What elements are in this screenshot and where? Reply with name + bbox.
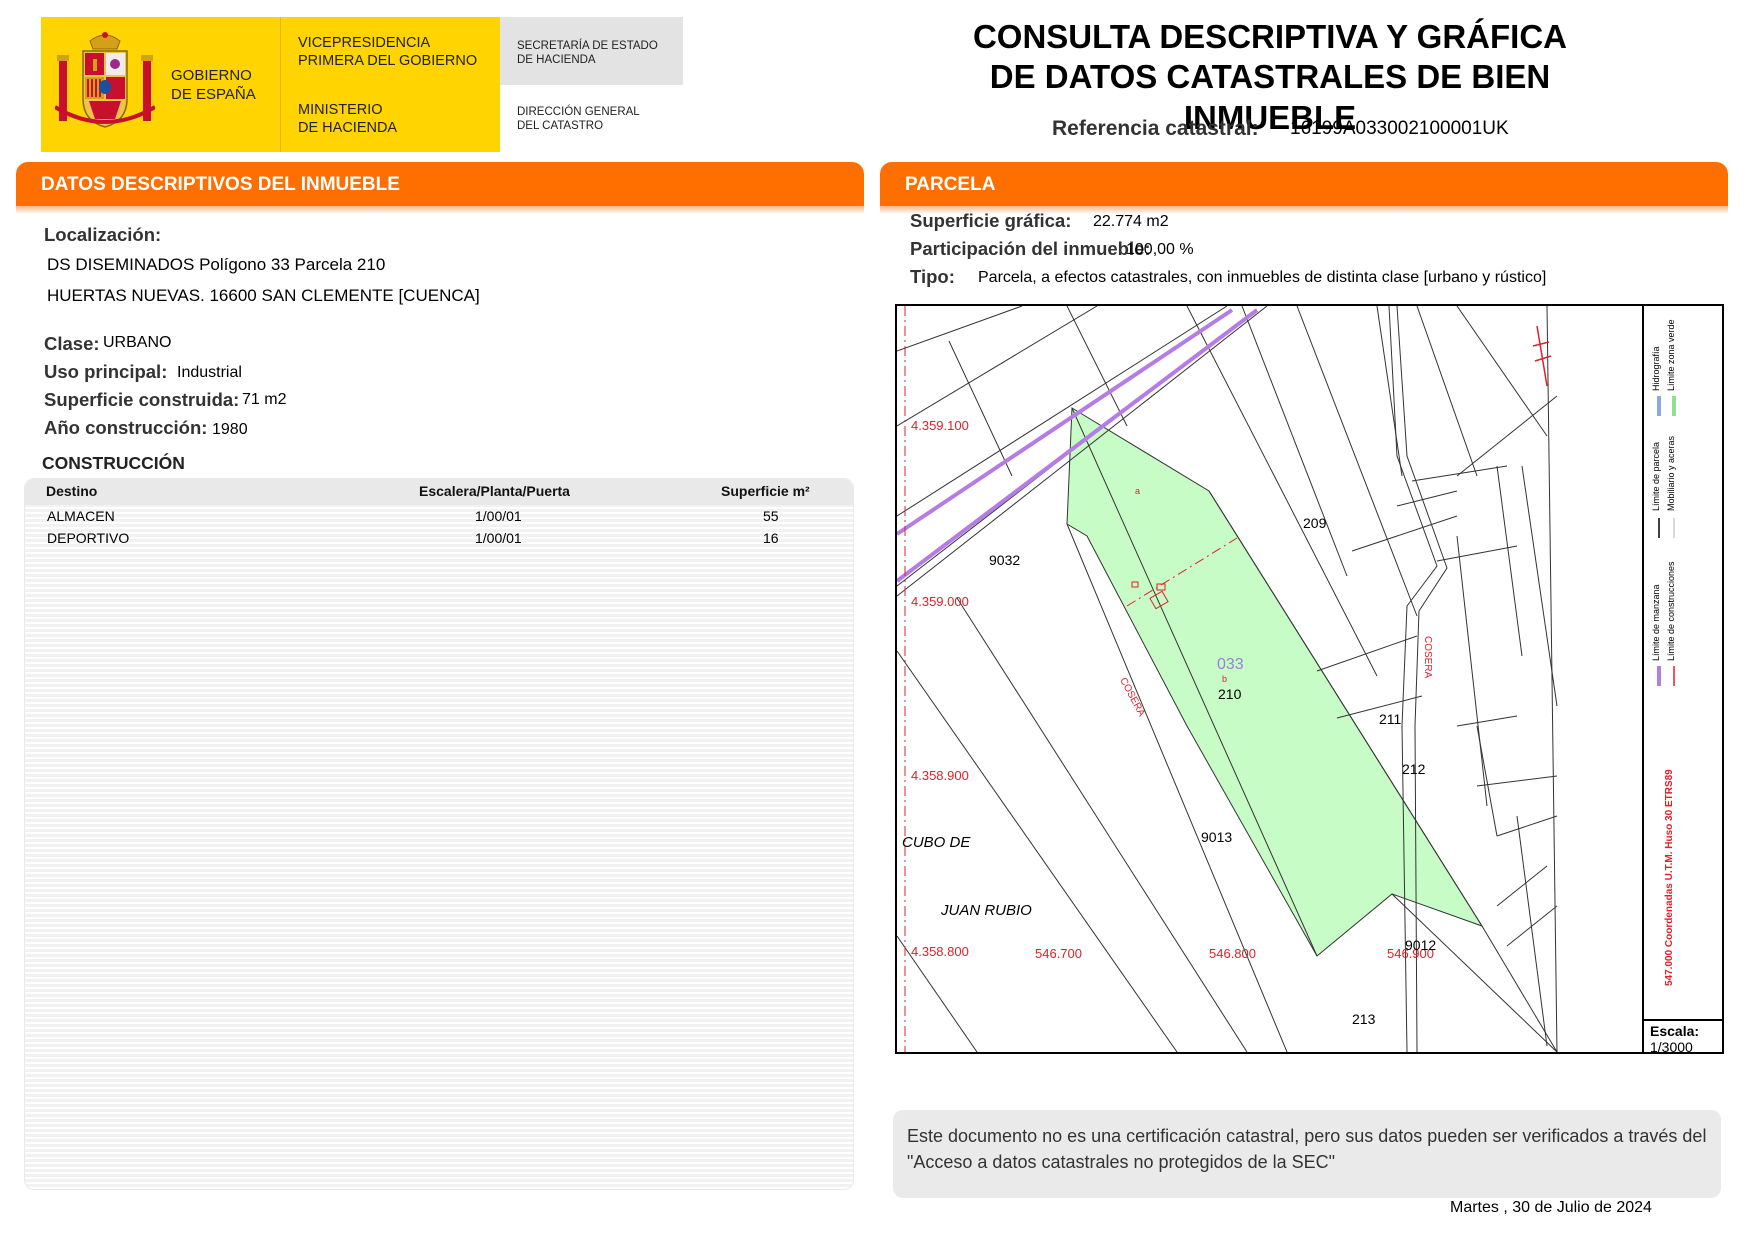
government-logo-block: GOBIERNO DE ESPAÑA VICEPRESIDENCIA PRIME…	[41, 17, 683, 152]
col-superficie: Superficie m²	[721, 483, 810, 499]
parcel-number: 9012	[1405, 937, 1437, 953]
clase-value: URBANO	[103, 334, 172, 351]
parcel-number: 9032	[989, 552, 1021, 568]
col-destino: Destino	[46, 483, 98, 499]
ministerio-text: MINISTERIO DE HACIENDA	[298, 102, 398, 137]
legend-item: Límite zona verde	[1666, 319, 1676, 391]
clase-label: Clase:	[44, 333, 100, 354]
anio-construccion-value: 1980	[212, 421, 248, 438]
logo-divider	[280, 17, 281, 152]
parcel-number: 210	[1218, 686, 1242, 702]
scale-box: Escala: 1/3000	[1642, 1019, 1722, 1054]
document-date: Martes , 30 de Julio de 2024	[1450, 1199, 1652, 1216]
place-name: CUBO DE	[902, 834, 971, 851]
northing-label: 4.358.900	[911, 768, 969, 783]
refcat-value: 16199A033002100001UK	[1290, 118, 1509, 139]
legend-item: Hidrografía	[1651, 346, 1661, 391]
uso-value: Industrial	[177, 364, 242, 381]
parcel-number: 209	[1303, 515, 1327, 531]
uso-label: Uso principal:	[44, 361, 168, 382]
legend-item: Límite de construcciones	[1666, 561, 1676, 661]
construccion-title: CONSTRUCCIÓN	[42, 453, 185, 473]
northing-label: 4.359.100	[911, 418, 969, 433]
gobierno-espana-text: GOBIERNO DE ESPAÑA	[171, 67, 256, 103]
legend-item: Límite de parcela	[1651, 441, 1661, 511]
legend-item: Mobiliario y aceras	[1666, 435, 1676, 511]
northing-label: 4.359.000	[911, 594, 969, 609]
easting-label: 546.800	[1209, 946, 1256, 961]
superficie-construida-value: 71 m2	[242, 391, 287, 408]
table-header: Destino Escalera/Planta/Puerta Superfici…	[25, 479, 853, 505]
cadastral-map: 4.359.100 4.359.000 4.358.900 4.358.800 …	[895, 304, 1724, 1054]
localizacion-label: Localización:	[44, 224, 162, 245]
direccion-text: DIRECCIÓN GENERAL DEL CATASTRO	[517, 106, 640, 133]
referencia-catastral: Referencia catastral: 16199A033002100001…	[1052, 117, 1509, 141]
refcat-label: Referencia catastral:	[1052, 117, 1259, 140]
legend-item: Límite de manzana	[1651, 584, 1661, 661]
section-descriptivos-header: DATOS DESCRIPTIVOS DEL INMUEBLE	[16, 162, 864, 214]
coat-of-arms-icon	[55, 32, 155, 128]
vicepresidencia-text: VICEPRESIDENCIA PRIMERA DEL GOBIERNO	[298, 35, 478, 70]
road-label: COSERA	[1422, 636, 1433, 679]
cell-destino: ALMACEN	[47, 508, 115, 524]
cell-destino: DEPORTIVO	[47, 530, 130, 546]
localizacion-line2: HUERTAS NUEVAS. 16600 SAN CLEMENTE [CUEN…	[47, 286, 480, 305]
northing-label: 4.358.800	[911, 944, 969, 959]
parcel-number: 213	[1352, 1011, 1376, 1027]
map-legend: Límite de manzana Límite de parcela Hidr…	[1642, 306, 1722, 1019]
easting-label: 546.700	[1035, 946, 1082, 961]
superficie-construida-label: Superficie construida:	[44, 389, 240, 410]
participacion-value: 100,00 %	[1126, 241, 1194, 258]
participacion-label: Participación del inmueble:	[910, 238, 1151, 259]
disclaimer-note: Este documento no es una certificación c…	[893, 1110, 1721, 1198]
cell-superficie: 55	[763, 508, 779, 524]
section-parcela-header: PARCELA	[880, 162, 1728, 214]
coords-note: 547.000 Coordenadas U.T.M. Huso 30 ETRS8…	[1664, 769, 1675, 986]
sub-parcel-label: a	[1135, 486, 1141, 496]
legend-symbols	[1657, 396, 1676, 686]
cell-superficie: 16	[763, 530, 779, 546]
construccion-table: Destino Escalera/Planta/Puerta Superfici…	[24, 478, 854, 1190]
scale-value: 1/3000	[1650, 1039, 1693, 1054]
cell-escalera: 1/00/01	[475, 508, 522, 524]
tipo-label: Tipo:	[910, 266, 955, 287]
superficie-grafica-value: 22.774 m2	[1093, 213, 1169, 230]
parcel-number: 9013	[1201, 829, 1233, 845]
localizacion-line1: DS DISEMINADOS Polígono 33 Parcela 210	[47, 255, 386, 274]
scale-label: Escala:	[1650, 1023, 1700, 1039]
parcel-number: 211	[1379, 711, 1402, 727]
poligono-label: 033	[1217, 656, 1244, 673]
anio-construccion-label: Año construcción:	[44, 417, 208, 438]
parcel-number: 212	[1402, 761, 1426, 777]
place-name: JUAN RUBIO	[941, 902, 1032, 919]
secretaria-text: SECRETARÍA DE ESTADO DE HACIENDA	[517, 40, 658, 67]
title-line-1: CONSULTA DESCRIPTIVA Y GRÁFICA	[972, 18, 1568, 55]
title-line-2: DE DATOS CATASTRALES DE BIEN INMUEBLE	[989, 58, 1551, 136]
tipo-value: Parcela, a efectos catastrales, con inmu…	[978, 269, 1547, 286]
sub-parcel-label: b	[1222, 674, 1228, 684]
document-title: CONSULTA DESCRIPTIVA Y GRÁFICA DE DATOS …	[920, 17, 1620, 138]
col-escalera: Escalera/Planta/Puerta	[419, 483, 570, 499]
cell-escalera: 1/00/01	[475, 530, 522, 546]
superficie-grafica-label: Superficie gráfica:	[910, 210, 1072, 231]
map-canvas	[897, 306, 1558, 1052]
